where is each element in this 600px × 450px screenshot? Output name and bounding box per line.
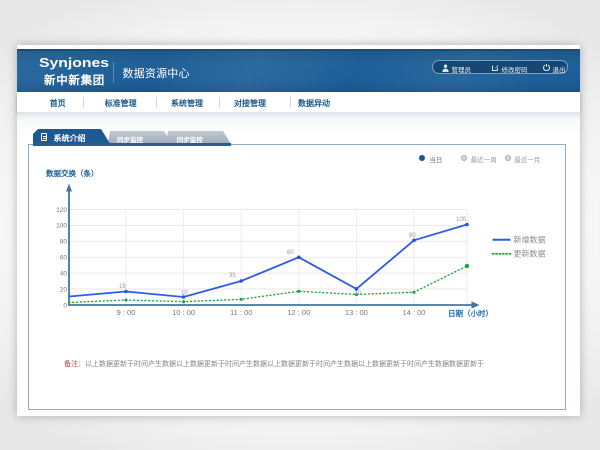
svg-text:更新数据: 更新数据 bbox=[514, 249, 546, 259]
svg-text:9 : 00: 9 : 00 bbox=[117, 308, 136, 317]
svg-text:14 : 00: 14 : 00 bbox=[403, 308, 426, 317]
svg-text:18: 18 bbox=[119, 284, 126, 290]
svg-text:60: 60 bbox=[60, 255, 68, 262]
svg-text:40: 40 bbox=[60, 270, 68, 277]
svg-text:11 : 00: 11 : 00 bbox=[230, 308, 252, 317]
svg-text:0: 0 bbox=[63, 302, 67, 309]
svg-text:12 : 00: 12 : 00 bbox=[287, 308, 310, 317]
svg-text:10: 10 bbox=[355, 291, 362, 297]
svg-text:13 : 00: 13 : 00 bbox=[345, 308, 368, 317]
svg-text:100: 100 bbox=[56, 223, 67, 230]
svg-text:10: 10 bbox=[181, 291, 188, 297]
svg-text:新增数据: 新增数据 bbox=[514, 235, 546, 245]
svg-text:120: 120 bbox=[56, 207, 67, 214]
svg-text:10 : 00: 10 : 00 bbox=[172, 308, 195, 317]
svg-text:80: 80 bbox=[60, 239, 68, 246]
svg-text:35: 35 bbox=[229, 273, 236, 279]
svg-text:20: 20 bbox=[60, 286, 68, 293]
svg-text:80: 80 bbox=[409, 233, 416, 239]
svg-text:100: 100 bbox=[456, 217, 467, 223]
svg-text:60: 60 bbox=[287, 250, 294, 256]
